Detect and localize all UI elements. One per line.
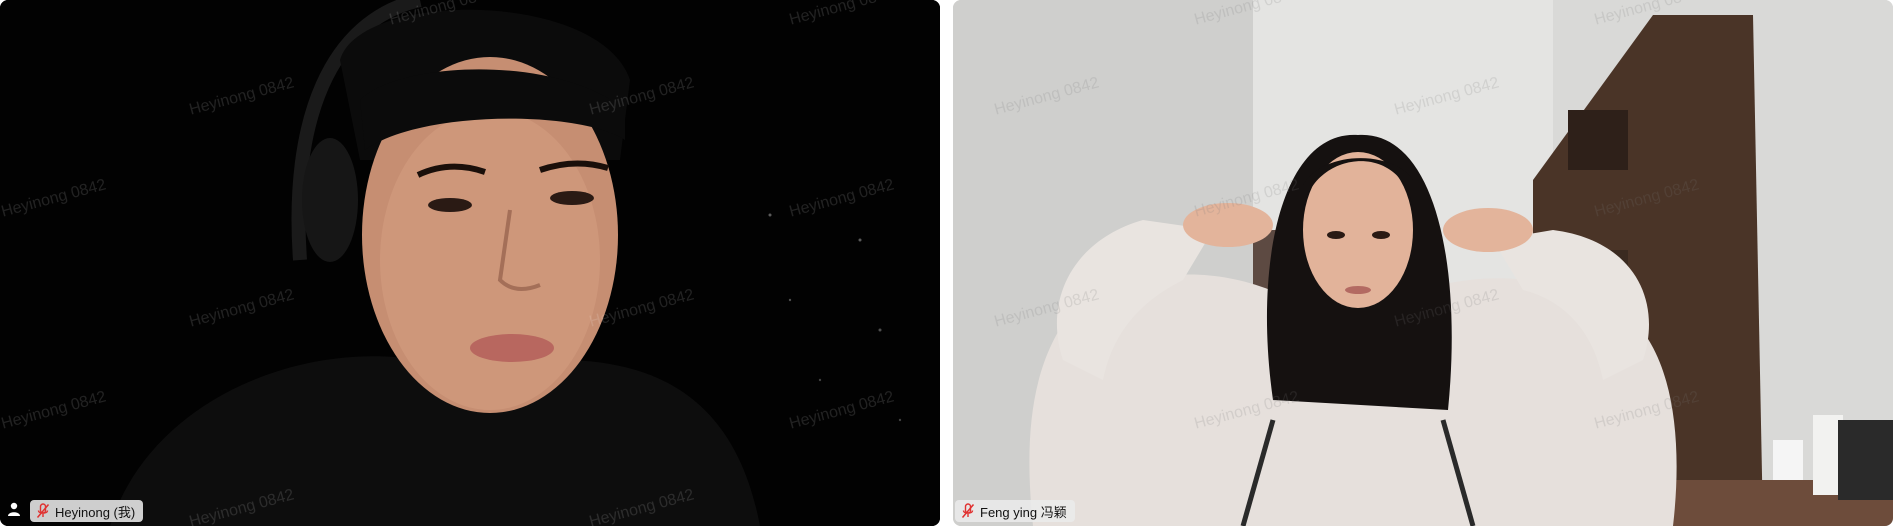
- mic-muted-icon: [960, 503, 976, 519]
- video-tile-remote[interactable]: Heyinong 0842 Heyinong 0842 Heyinong 084…: [953, 0, 1893, 526]
- meeting-gallery: Heyinong 0842 Heyinong 0842 Heyinong 084…: [0, 0, 1893, 526]
- video-tile-self[interactable]: Heyinong 0842 Heyinong 0842 Heyinong 084…: [0, 0, 940, 526]
- video-feed-remote: [953, 0, 1893, 526]
- participant-name: Feng ying 冯颖: [980, 504, 1067, 520]
- user-icon[interactable]: [3, 498, 25, 520]
- participant-name-tag: Heyinong (我): [30, 500, 144, 522]
- mic-muted-icon: [35, 503, 51, 519]
- participant-name-tag: Feng ying 冯颖: [955, 500, 1075, 522]
- participant-name: Heyinong (我): [55, 504, 136, 520]
- video-feed-self: [0, 0, 940, 526]
